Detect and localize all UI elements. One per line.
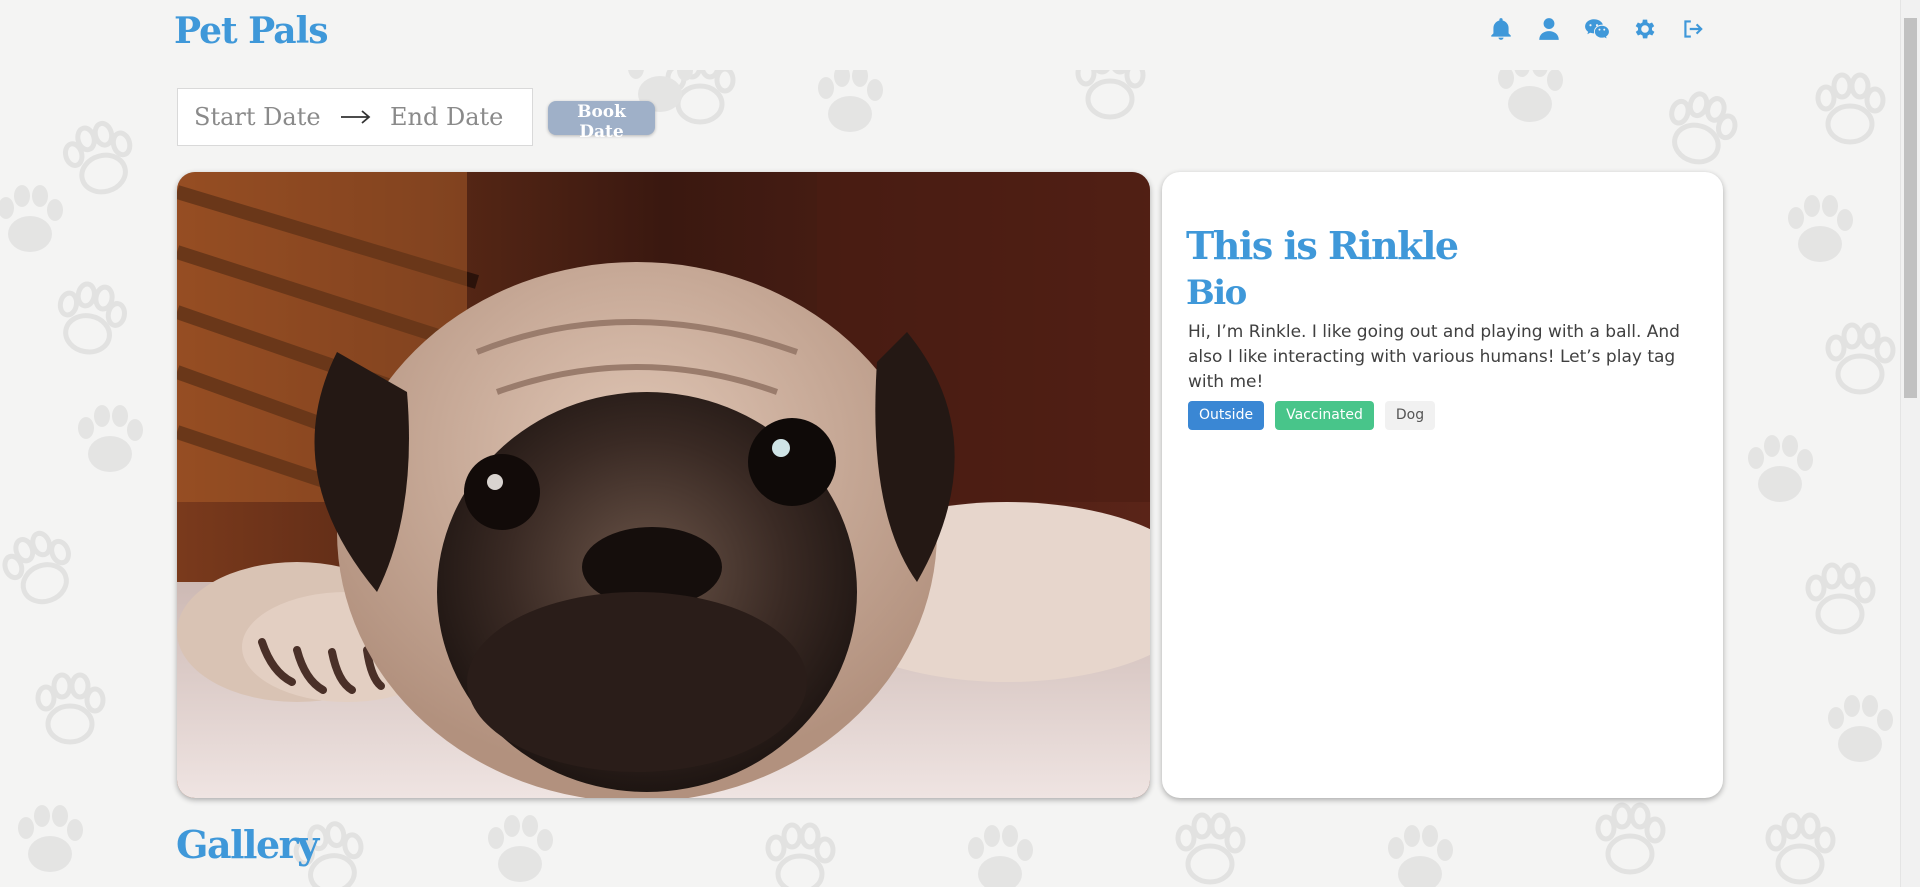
bio-heading: Bio bbox=[1186, 273, 1247, 313]
tag-outside: Outside bbox=[1188, 401, 1265, 430]
page: Pet Pals Book Date bbox=[0, 0, 1920, 887]
tag-vaccinated: Vaccinated bbox=[1275, 401, 1374, 430]
tag-dog: Dog bbox=[1384, 401, 1436, 430]
gear-icon[interactable] bbox=[1630, 14, 1660, 44]
bio-text: Hi, I’m Rinkle. I like going out and pla… bbox=[1188, 322, 1680, 392]
end-date-input[interactable] bbox=[388, 102, 532, 132]
gallery-heading: Gallery bbox=[176, 822, 319, 867]
scrollbar-thumb[interactable] bbox=[1904, 18, 1917, 398]
wechat-icon[interactable] bbox=[1582, 14, 1612, 44]
start-date-input[interactable] bbox=[192, 102, 336, 132]
nav-icon-group bbox=[1486, 14, 1708, 44]
tag-list: Outside Vaccinated Dog bbox=[1188, 401, 1701, 430]
top-navbar: Pet Pals bbox=[0, 0, 1900, 70]
pet-photo bbox=[177, 172, 1150, 798]
date-range-picker[interactable] bbox=[177, 88, 533, 146]
logout-icon[interactable] bbox=[1678, 14, 1708, 44]
pet-title: This is Rinkle bbox=[1186, 223, 1459, 268]
page-scrollbar[interactable] bbox=[1900, 0, 1920, 887]
app-logo[interactable]: Pet Pals bbox=[174, 10, 329, 52]
bell-icon[interactable] bbox=[1486, 14, 1516, 44]
user-icon[interactable] bbox=[1534, 14, 1564, 44]
book-date-button[interactable]: Book Date bbox=[548, 101, 655, 142]
arrow-right-icon bbox=[336, 109, 376, 125]
pet-info-card: This is Rinkle Bio Hi, I’m Rinkle. I lik… bbox=[1162, 172, 1723, 798]
